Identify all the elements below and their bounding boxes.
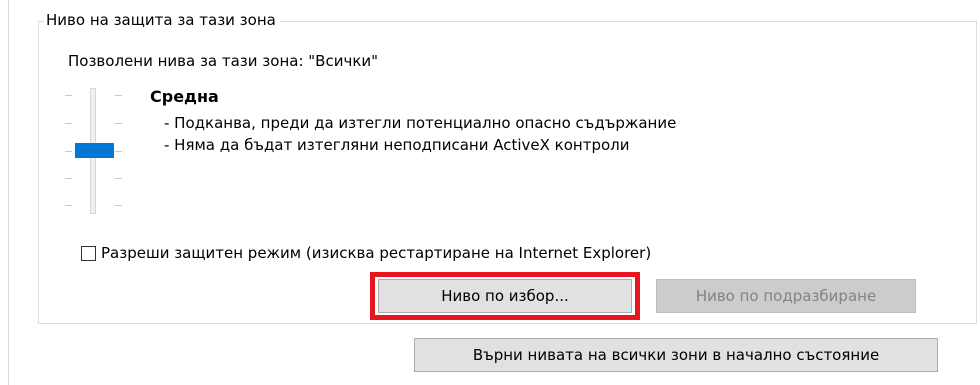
window-left-edge (0, 0, 9, 385)
custom-level-highlight (370, 272, 640, 320)
default-level-button: Ниво по подразбиране (656, 279, 916, 313)
level-description-2: - Няма да бъдат изтегляни неподписани Ac… (164, 136, 630, 154)
reset-all-zones-button[interactable]: Върни нивата на всички зони в начално съ… (414, 338, 938, 372)
slider-tick (65, 95, 72, 96)
slider-tick (115, 178, 122, 179)
allowed-levels-label: Позволени нива за тази зона: "Всички" (68, 52, 379, 70)
slider-tick (115, 123, 122, 124)
security-level-name: Средна (150, 87, 219, 106)
security-level-slider[interactable] (60, 86, 126, 216)
slider-tick (115, 205, 122, 206)
slider-tick (65, 123, 72, 124)
slider-tick (65, 178, 72, 179)
slider-tick (115, 95, 122, 96)
slider-thumb[interactable] (75, 143, 114, 158)
protected-mode-label[interactable]: Разреши защитен режим (изисква рестартир… (101, 243, 651, 263)
level-description-1: - Подканва, преди да изтегли потенциално… (164, 114, 677, 132)
slider-tick (65, 205, 72, 206)
protected-mode-checkbox[interactable] (81, 245, 96, 261)
protected-mode-option[interactable]: Разреши защитен режим (изисква рестартир… (81, 243, 651, 263)
slider-tick (65, 151, 72, 152)
security-level-group-title: Ниво на защита за тази зона (44, 10, 280, 30)
slider-tick (115, 151, 122, 152)
